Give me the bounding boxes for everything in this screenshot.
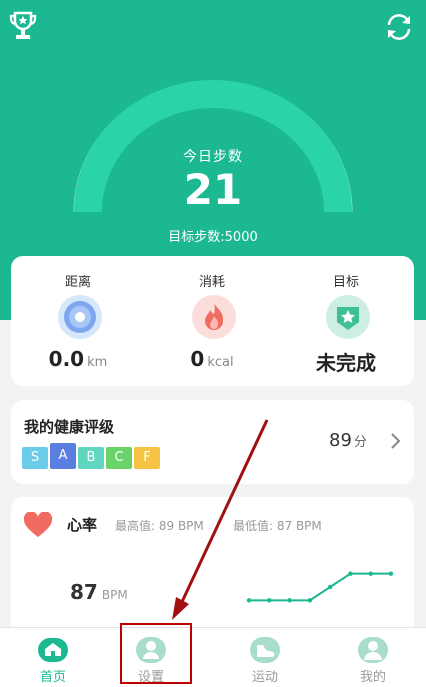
stat-value: 0 kcal [190,347,234,371]
tab-label: 首页 [39,670,66,685]
tab-home[interactable]: 首页 [0,628,106,687]
trend-point [246,598,252,603]
location-icon [58,295,102,339]
tab-settings[interactable]: 设置 [98,628,204,687]
heart-rate-title: 心率 [67,516,98,534]
stat-unit: km [87,355,108,370]
heart-rate-value: 87 BPM [70,580,128,604]
stat-unit: kcal [207,355,234,370]
bottom-tab-bar: 首页 设置 运动 我的 [0,627,426,687]
chevron-right-icon[interactable] [389,432,401,450]
trend-point [307,598,313,603]
trend-point [267,598,272,603]
today-steps-label: 今日步数 [183,149,243,165]
trend-line [249,572,391,602]
flame-icon [192,295,236,339]
heart-rate-min: 最低值: 87 BPM [233,519,322,533]
score-unit: 分 [353,435,367,450]
tab-mine[interactable]: 我的 [320,628,426,687]
user-icon [358,637,388,663]
grade-badge: F [134,447,160,469]
heart-icon [23,512,53,537]
star-badge-icon [326,295,370,339]
grade-badge: S [22,447,48,469]
settings-person-icon [136,637,166,663]
stats-card: 距离 0.0 km 消耗 0 kcal 目标 未完成 [11,256,414,386]
stat-label: 目标 [332,275,359,290]
grade-badge-selected: A [50,443,76,469]
home-icon [38,638,68,662]
target-steps: 目标步数:5000 [168,230,258,245]
trend-point [348,571,353,576]
trend-point [368,571,373,576]
health-rating-card[interactable]: 我的健康评级 89 分 [11,400,414,484]
heart-rate-trend-chart [246,571,394,603]
tab-label: 设置 [137,670,164,685]
trophy-icon[interactable] [8,10,38,42]
stat-label: 距离 [64,275,91,290]
shoe-icon [250,637,280,663]
grade-badge: C [106,447,132,469]
heart-rate-max: 最高值: 89 BPM [115,519,204,533]
trend-point [287,598,292,603]
stat-distance[interactable]: 距离 0.0 km [11,256,145,386]
today-steps-value: 21 [183,165,243,214]
heart-rate-card[interactable]: 心率 最高值: 89 BPM 最低值: 87 BPM 87 BPM [11,497,414,637]
heart-rate-unit: BPM [101,588,128,602]
stat-value: 未完成 [316,351,376,375]
stat-goal[interactable]: 目标 未完成 [279,256,413,386]
tab-label: 运动 [251,670,278,685]
tab-label: 我的 [359,670,386,685]
tab-sport[interactable]: 运动 [212,628,318,687]
grade-badge: B [78,447,104,469]
health-score: 89 分 [329,430,367,451]
health-rating-title: 我的健康评级 [24,418,115,436]
trend-point [388,571,394,576]
step-gauge [73,80,353,213]
trend-point [327,584,333,590]
stat-calories[interactable]: 消耗 0 kcal [145,256,279,386]
stat-value: 0.0 km [48,347,108,371]
stat-label: 消耗 [198,275,225,290]
refresh-icon[interactable] [384,12,414,42]
